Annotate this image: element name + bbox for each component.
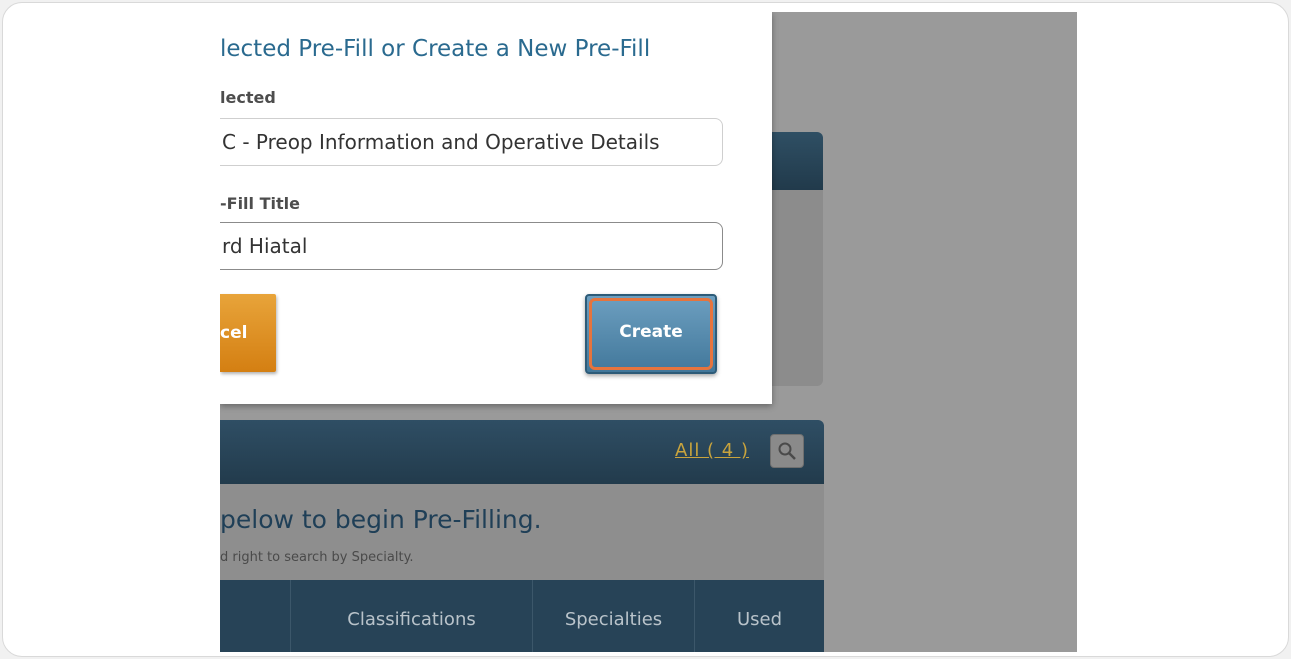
- instruction-heading: pelow to begin Pre-Filling.: [220, 505, 542, 534]
- column-header-classifications[interactable]: Classifications: [290, 580, 532, 652]
- table-header: Classifications Specialties Used: [220, 580, 824, 652]
- create-prefill-dialog: lected Pre-Fill or Create a New Pre-Fill…: [220, 12, 772, 404]
- selected-label: lected: [220, 88, 276, 107]
- column-header-used[interactable]: Used: [694, 580, 824, 652]
- background-panel-top: [768, 132, 823, 386]
- application-viewport: All ( 4 ) pelow to begin Pre-Filling. d …: [220, 12, 1077, 652]
- screenshot-frame: All ( 4 ) pelow to begin Pre-Filling. d …: [2, 2, 1289, 657]
- prefill-list-panel: All ( 4 ) pelow to begin Pre-Filling. d …: [220, 420, 824, 652]
- dialog-title: lected Pre-Fill or Create a New Pre-Fill: [220, 36, 651, 62]
- cancel-button[interactable]: cel: [220, 294, 276, 372]
- instruction-subtext: d right to search by Specialty.: [220, 550, 414, 565]
- all-filter-link[interactable]: All ( 4 ): [675, 440, 749, 461]
- prefill-title-input[interactable]: rd Hiatal: [220, 222, 723, 270]
- background-panel-header: [768, 132, 823, 190]
- prefill-list-header: All ( 4 ): [220, 420, 824, 484]
- column-header-specialties[interactable]: Specialties: [532, 580, 694, 652]
- create-button[interactable]: Create: [585, 294, 717, 374]
- search-button[interactable]: [770, 434, 804, 468]
- prefill-title-label: -Fill Title: [220, 194, 300, 213]
- selected-prefill-field[interactable]: C - Preop Information and Operative Deta…: [220, 118, 723, 166]
- create-button-label: Create: [619, 322, 683, 342]
